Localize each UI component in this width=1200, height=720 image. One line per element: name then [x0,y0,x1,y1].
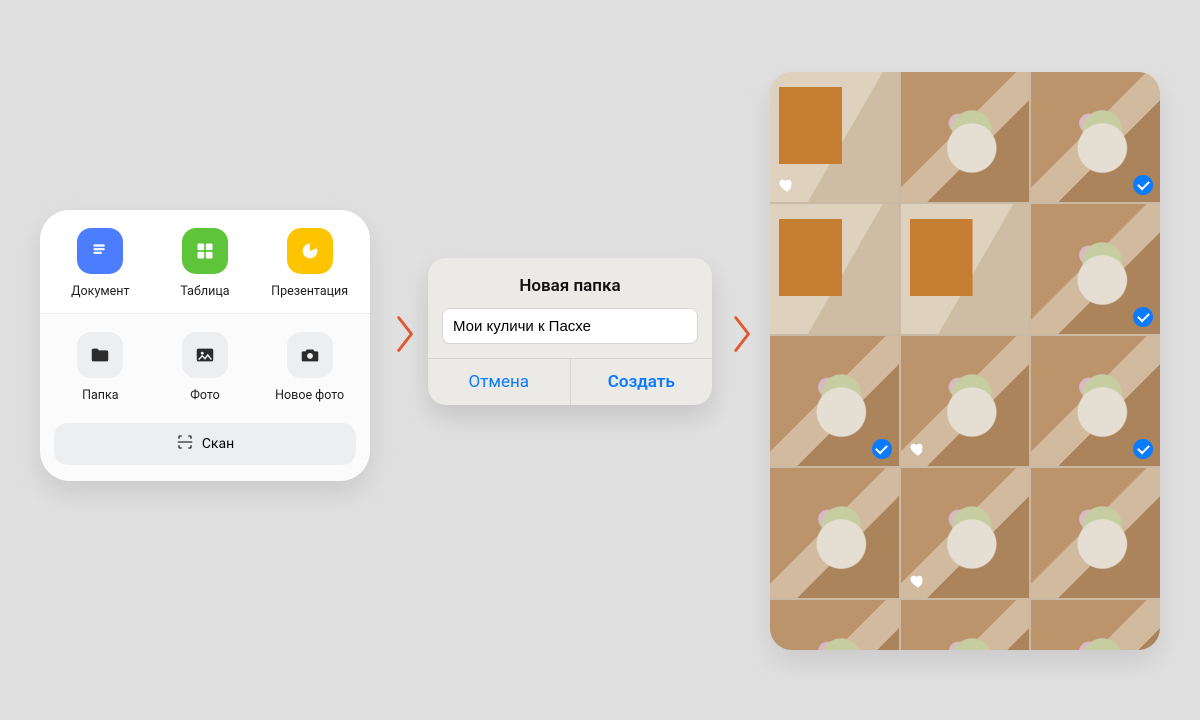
cancel-button[interactable]: Отмена [428,359,570,405]
arrow-icon [730,308,756,360]
arrow-icon [393,308,419,360]
grid-icon [182,228,228,274]
tile-label: Таблица [180,284,229,299]
doc-icon [77,228,123,274]
tile-presentation[interactable]: Презентация [262,228,358,299]
folder-name-input[interactable] [442,308,698,344]
photo-thumb[interactable] [901,72,1030,202]
photo-thumb[interactable] [770,72,899,202]
selected-check-icon [1133,439,1153,459]
favorite-heart-icon [777,175,797,195]
photo-thumb[interactable] [901,204,1030,334]
photo-thumb[interactable] [901,468,1030,598]
create-sheet: Документ Таблица Презентация Папка Фо [40,210,370,481]
tile-folder[interactable]: Папка [52,332,148,403]
pie-icon [287,228,333,274]
tile-label: Презентация [271,284,348,299]
photo-grid [770,72,1160,650]
create-button[interactable]: Создать [570,359,713,405]
tile-new-photo[interactable]: Новое фото [262,332,358,403]
tile-label: Папка [82,388,119,403]
tile-label: Новое фото [275,388,344,403]
new-folder-dialog: Новая папка Отмена Создать [428,258,712,405]
scan-label: Скан [202,436,234,452]
selected-check-icon [872,439,892,459]
photo-thumb[interactable] [770,336,899,466]
photo-thumb[interactable] [770,600,899,650]
favorite-heart-icon [908,571,928,591]
photo-picker [770,72,1160,650]
scan-icon [176,433,194,455]
favorite-heart-icon [908,439,928,459]
image-icon [182,332,228,378]
create-row-bottom: Папка Фото Новое фото [40,313,370,417]
photo-thumb[interactable] [770,204,899,334]
dialog-title: Новая папка [428,258,712,308]
folder-icon [77,332,123,378]
tile-document[interactable]: Документ [52,228,148,299]
camera-icon [287,332,333,378]
tile-label: Фото [190,388,220,403]
create-row-top: Документ Таблица Презентация [40,210,370,313]
tile-photo[interactable]: Фото [157,332,253,403]
dialog-buttons: Отмена Создать [428,358,712,405]
selected-check-icon [1133,175,1153,195]
tile-label: Документ [71,284,129,299]
photo-thumb[interactable] [770,468,899,598]
photo-thumb[interactable] [1031,600,1160,650]
photo-thumb[interactable] [901,600,1030,650]
photo-thumb[interactable] [1031,336,1160,466]
scan-button[interactable]: Скан [54,423,356,465]
photo-thumb[interactable] [1031,204,1160,334]
photo-thumb[interactable] [1031,468,1160,598]
selected-check-icon [1133,307,1153,327]
photo-thumb[interactable] [1031,72,1160,202]
photo-thumb[interactable] [901,336,1030,466]
tile-spreadsheet[interactable]: Таблица [157,228,253,299]
